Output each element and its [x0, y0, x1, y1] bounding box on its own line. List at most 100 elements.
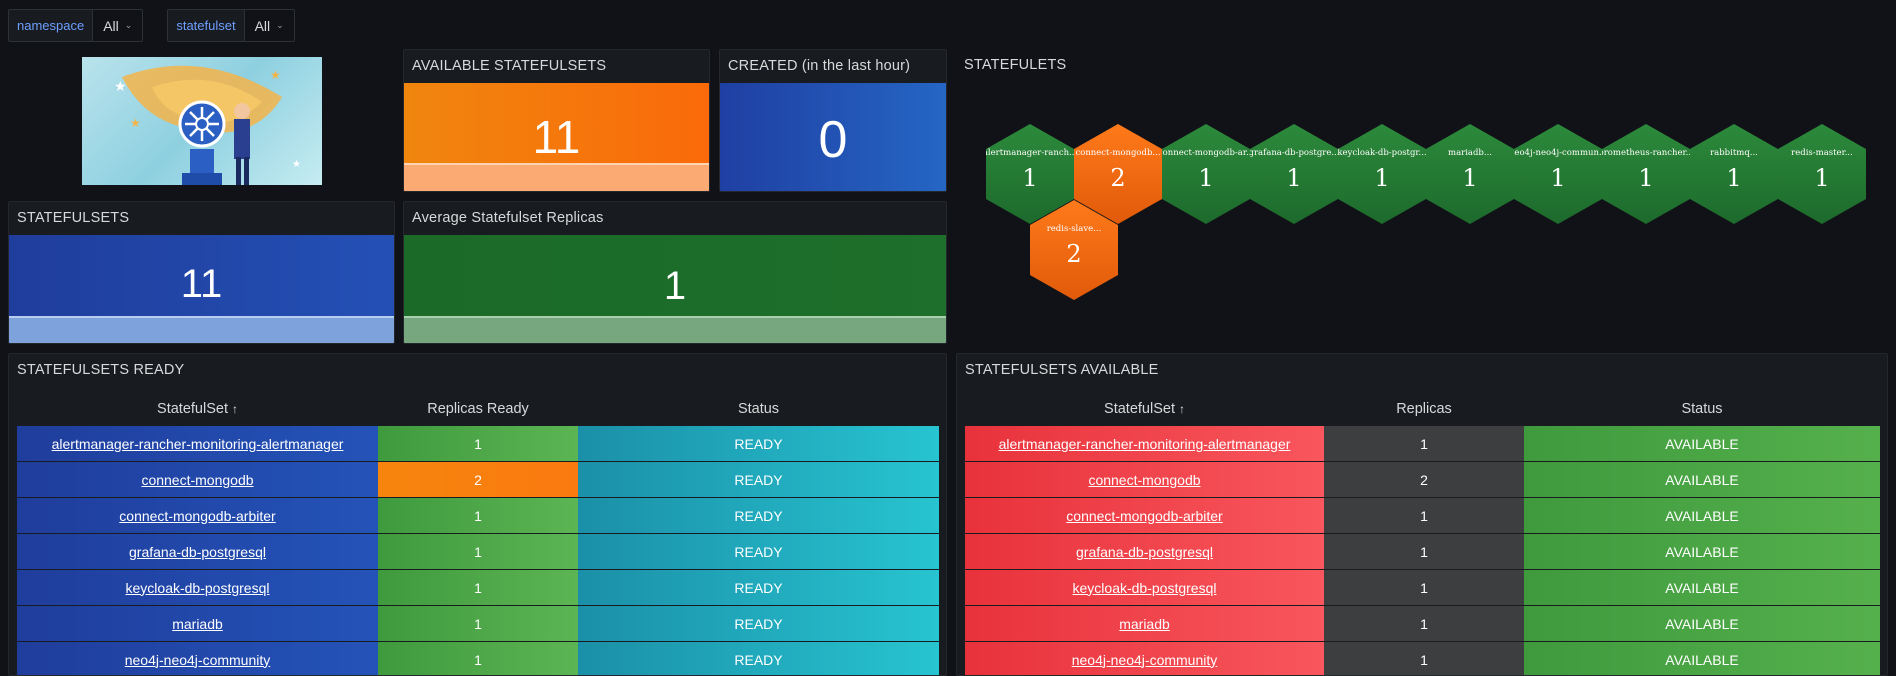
table-row: alertmanager-rancher-monitoring-alertman… [17, 426, 939, 462]
table-row: connect-mongodb 2 READY [17, 462, 939, 498]
hexagon-item[interactable]: grafana-db-postgre... 1 [1250, 124, 1338, 224]
hexagon-item[interactable]: rabbitmq... 1 [1690, 124, 1778, 224]
hexagon-value: 1 [1550, 164, 1566, 192]
namespace-variable-value: All [103, 17, 119, 34]
svg-text:★: ★ [130, 116, 141, 130]
average-replicas-panel: Average Statefulset Replicas 1 [403, 201, 947, 344]
sort-asc-icon: ↑ [231, 402, 238, 416]
status-cell: READY [578, 570, 939, 606]
table-row: neo4j-neo4j-community 1 READY [17, 642, 939, 675]
statefulset-name-link[interactable]: mariadb [965, 606, 1324, 642]
hexagon-item[interactable]: mariadb... 1 [1426, 124, 1514, 224]
available-statefulsets-panel: AVAILABLE STATEFULSETS 11 [403, 49, 710, 192]
replicas-ready-cell: 1 [378, 642, 578, 675]
hexagon-value: 1 [1814, 164, 1830, 192]
stat-value: 11 [532, 111, 581, 163]
column-header-replicas[interactable]: Replicas [1324, 392, 1524, 426]
statefulset-name-link[interactable]: connect-mongodb-arbiter [17, 498, 378, 534]
statefulset-name-link[interactable]: connect-mongodb [965, 462, 1324, 498]
hexagon-value: 1 [1462, 164, 1478, 192]
hexagon-item[interactable]: keycloak-db-postgr... 1 [1338, 124, 1426, 224]
status-cell: AVAILABLE [1524, 462, 1880, 498]
hexagon-value: 1 [1022, 164, 1038, 192]
hexagon-value: 1 [1286, 164, 1302, 192]
statefulset-variable-value: All [254, 17, 271, 34]
statefulsets-available-table: StatefulSet ↑ Replicas Status alertmanage… [965, 392, 1880, 675]
column-header-status[interactable]: Status [1524, 392, 1880, 426]
statefulets-hexagon-panel: STATEFULETS alertmanager-ranch... 1 connec… [956, 49, 1888, 344]
namespace-variable-select[interactable]: All ⌄ [92, 9, 144, 42]
sparkline [404, 163, 709, 191]
statefulsets-available-panel: STATEFULSETS AVAILABLE StatefulSet ↑ Repl… [956, 353, 1888, 676]
sparkline [404, 316, 946, 343]
replicas-cell: 2 [1324, 462, 1524, 498]
kubernetes-illustration: ★ ★ ★ ★ [82, 57, 322, 185]
column-header-replicas-ready[interactable]: Replicas Ready [378, 392, 578, 426]
table-row: connect-mongodb 2 AVAILABLE [965, 462, 1880, 498]
hexagon-label: neo4j-neo4j-commun... [1508, 148, 1608, 158]
statefulset-name-link[interactable]: neo4j-neo4j-community [965, 642, 1324, 675]
hexagon-item[interactable]: prometheus-rancher... 1 [1602, 124, 1690, 224]
statefulset-name-link[interactable]: mariadb [17, 606, 378, 642]
statefulset-name-link[interactable]: grafana-db-postgresql [965, 534, 1324, 570]
sparkline [9, 316, 394, 343]
hexagon-label: keycloak-db-postgr... [1337, 148, 1427, 158]
hexagon-label: redis-master... [1791, 148, 1853, 158]
status-cell: READY [578, 498, 939, 534]
replicas-ready-cell: 1 [378, 570, 578, 606]
hexagon-label: mariadb... [1448, 148, 1492, 158]
statefulset-name-link[interactable]: keycloak-db-postgresql [965, 570, 1324, 606]
replicas-ready-cell: 2 [378, 462, 578, 498]
svg-text:★: ★ [292, 159, 301, 170]
replicas-ready-cell: 1 [378, 534, 578, 570]
stat-value: 0 [818, 111, 848, 169]
statefulset-name-link[interactable]: grafana-db-postgresql [17, 534, 378, 570]
status-cell: AVAILABLE [1524, 606, 1880, 642]
statefulset-name-link[interactable]: connect-mongodb-arbiter [965, 498, 1324, 534]
status-cell: AVAILABLE [1524, 426, 1880, 462]
table-row: grafana-db-postgresql 1 READY [17, 534, 939, 570]
hexagon-label: alertmanager-ranch... [982, 148, 1078, 158]
hexagon-value: 1 [1638, 164, 1654, 192]
replicas-cell: 1 [1324, 426, 1524, 462]
hexagon-value: 2 [1110, 164, 1126, 192]
statefulset-name-link[interactable]: neo4j-neo4j-community [17, 642, 378, 675]
variables-bar: namespace All ⌄ statefulset All ⌄ [8, 9, 309, 42]
panel-title: STATEFULETS [964, 57, 1067, 73]
status-cell: AVAILABLE [1524, 642, 1880, 675]
statefulset-name-link[interactable]: alertmanager-rancher-monitoring-alertman… [965, 426, 1324, 462]
panel-title: STATEFULSETS AVAILABLE [965, 362, 1159, 378]
table-row: neo4j-neo4j-community 1 AVAILABLE [965, 642, 1880, 675]
stat-value: 11 [180, 262, 223, 306]
replicas-ready-cell: 1 [378, 606, 578, 642]
table-row: keycloak-db-postgresql 1 AVAILABLE [965, 570, 1880, 606]
table-row: grafana-db-postgresql 1 AVAILABLE [965, 534, 1880, 570]
column-header-statefulset[interactable]: StatefulSet ↑ [965, 392, 1324, 426]
statefulset-name-link[interactable]: alertmanager-rancher-monitoring-alertman… [17, 426, 378, 462]
table-row: connect-mongodb-arbiter 1 AVAILABLE [965, 498, 1880, 534]
hexagon-item[interactable]: redis-master... 1 [1778, 124, 1866, 224]
replicas-cell: 1 [1324, 498, 1524, 534]
created-panel: CREATED (in the last hour) 0 [719, 49, 947, 192]
table-row: keycloak-db-postgresql 1 READY [17, 570, 939, 606]
status-cell: AVAILABLE [1524, 534, 1880, 570]
hexagon-item[interactable]: neo4j-neo4j-commun... 1 [1514, 124, 1602, 224]
status-cell: READY [578, 426, 939, 462]
hexagon-label: redis-slave... [1046, 224, 1102, 234]
table-row: mariadb 1 READY [17, 606, 939, 642]
statefulset-variable-select[interactable]: All ⌄ [243, 9, 295, 42]
status-cell: AVAILABLE [1524, 570, 1880, 606]
hexagon-item[interactable]: connect-mongodb-ar... 1 [1162, 124, 1250, 224]
status-cell: AVAILABLE [1524, 498, 1880, 534]
hexagon-label: connect-mongodb... [1075, 148, 1161, 158]
statefulset-name-link[interactable]: connect-mongodb [17, 462, 378, 498]
status-cell: READY [578, 462, 939, 498]
namespace-variable-label: namespace [8, 9, 93, 42]
column-header-statefulset[interactable]: StatefulSet ↑ [17, 392, 378, 426]
hexagon-label: connect-mongodb-ar... [1157, 148, 1255, 158]
svg-text:★: ★ [270, 68, 281, 82]
column-header-status[interactable]: Status [578, 392, 939, 426]
replicas-ready-cell: 1 [378, 498, 578, 534]
statefulset-name-link[interactable]: keycloak-db-postgresql [17, 570, 378, 606]
panel-title: STATEFULSETS READY [17, 362, 185, 378]
